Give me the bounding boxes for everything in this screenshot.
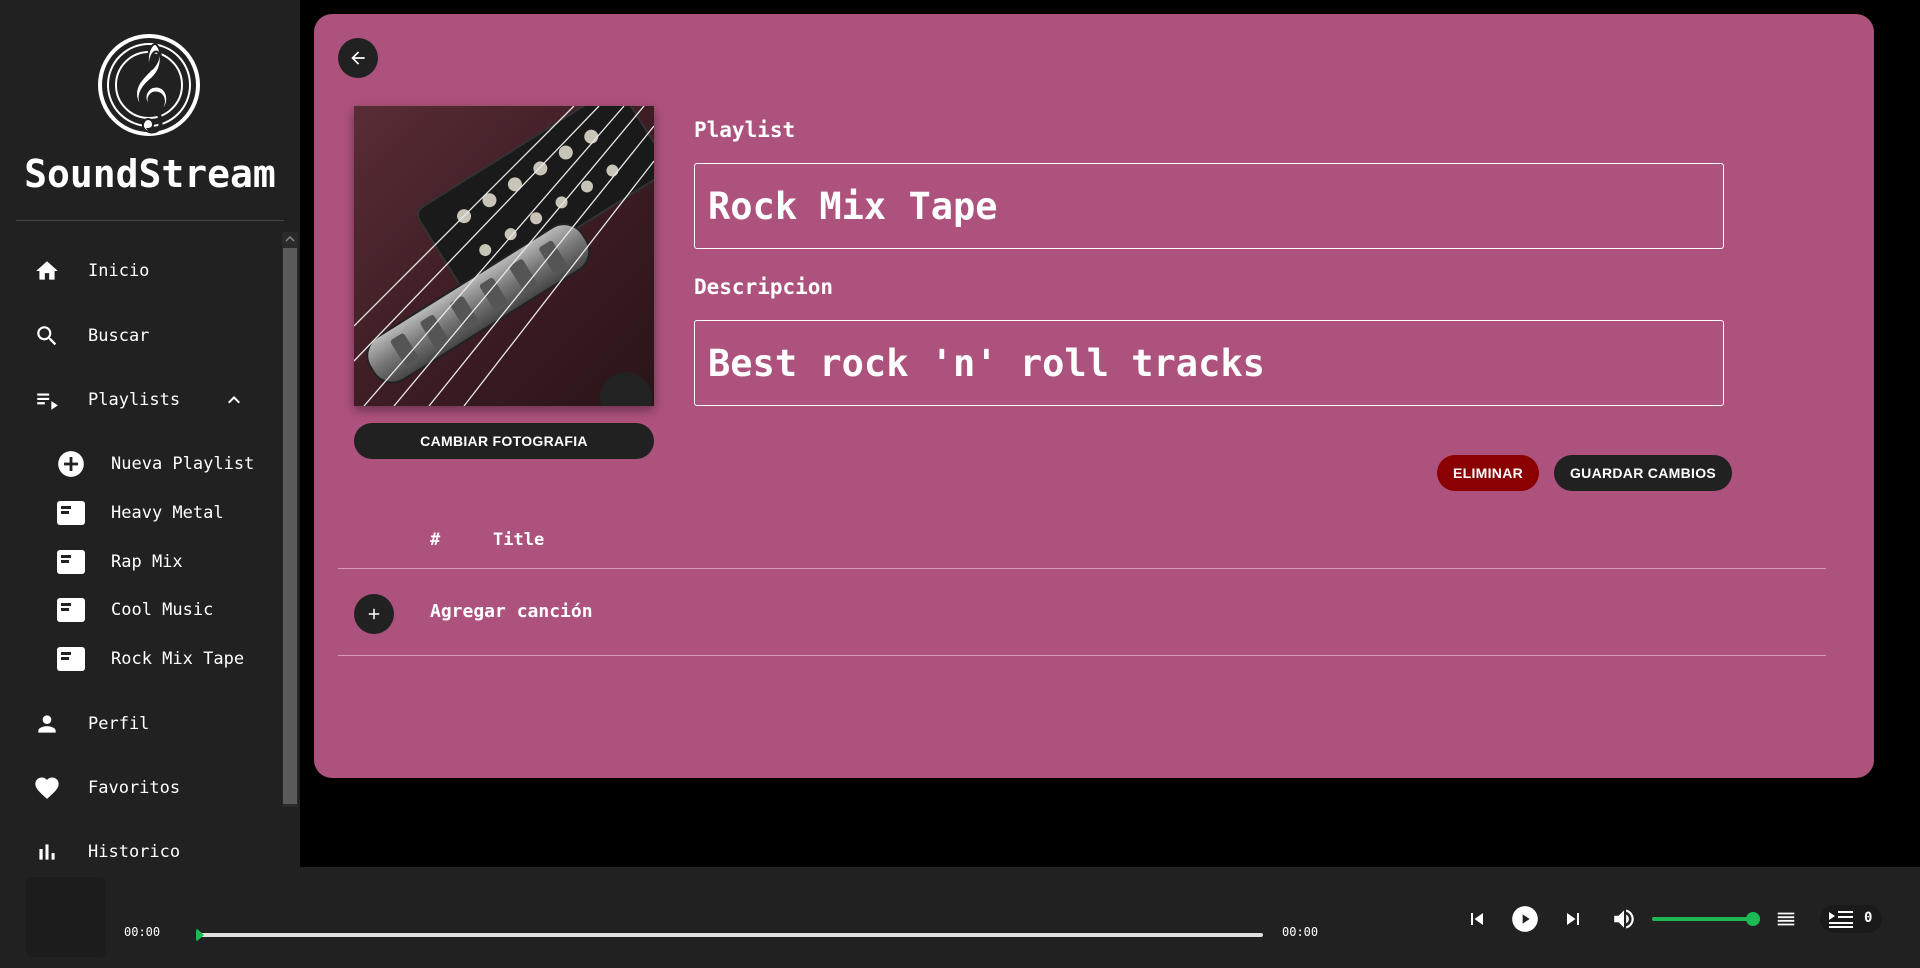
sidebar-item-label: Perfil [88,714,150,734]
skip-previous-icon [1471,913,1483,925]
delete-button[interactable]: ELIMINAR [1437,455,1539,491]
playlist-card-icon [56,644,86,674]
scroll-up-arrow-icon[interactable] [282,232,298,246]
change-photo-button[interactable]: CAMBIAR FOTOGRAFIA [354,423,654,459]
playlist-card-icon [56,547,86,577]
play-circle-icon [1512,906,1538,932]
column-header-number: # [430,530,441,550]
arrow-back-icon [351,51,365,65]
bar-chart-icon [32,837,62,867]
playlist-item-cool-music[interactable]: Cool Music [0,588,280,632]
playlist-item-rock-mix-tape[interactable]: Rock Mix Tape [0,637,280,681]
playlist-cover-image [354,106,654,406]
playlist-editor-card: CAMBIAR FOTOGRAFIA Playlist Descripcion … [314,14,1874,778]
sidebar-item-label: Historico [88,842,181,862]
play-button[interactable] [1511,905,1539,933]
playlist-card-icon [56,498,86,528]
save-changes-button[interactable]: GUARDAR CAMBIOS [1554,455,1732,491]
playlist-item-label: Rap Mix [111,552,183,572]
table-divider [338,568,1826,569]
sidebar-item-perfil[interactable]: Perfil [0,699,280,749]
queue-count: 0 [1864,910,1873,926]
sidebar: 𝄞 SoundStream Inicio Buscar Playlists Nu… [0,0,300,867]
playlist-item-label: Cool Music [111,600,214,620]
skip-next-icon [1567,913,1579,925]
back-button[interactable] [338,38,378,78]
progress-bar[interactable] [196,928,1263,942]
playlist-name-input[interactable] [694,163,1724,249]
column-header-title: Title [493,530,545,550]
home-icon [32,256,62,286]
sidebar-item-label: Buscar [88,326,150,346]
playlist-icon [32,385,62,415]
sidebar-item-label: Inicio [88,261,150,281]
logo[interactable]: 𝄞 SoundStream [0,0,300,222]
playlist-item-nueva[interactable]: Nueva Playlist [0,442,280,486]
add-icon [354,594,394,634]
next-button[interactable] [1559,905,1587,933]
table-divider [338,655,1826,656]
add-circle-icon [56,449,86,479]
playlist-card-icon [56,595,86,625]
treble-clef-logo-icon: 𝄞 [98,34,200,136]
current-time: 00:00 [124,925,161,939]
progress-handle[interactable] [196,928,204,942]
sidebar-item-favoritos[interactable]: Favoritos [0,763,280,813]
total-time: 00:00 [1282,925,1319,939]
playlist-item-label: Nueva Playlist [111,454,255,474]
sidebar-nav: Inicio Buscar Playlists Nueva Playlist H… [0,236,280,867]
sidebar-item-label: Playlists [88,390,181,410]
volume-slider[interactable] [1652,912,1760,926]
divider [16,220,284,221]
heart-icon [32,773,62,803]
lyrics-button[interactable] [1772,905,1800,933]
sidebar-item-buscar[interactable]: Buscar [0,311,280,361]
list-icon [1777,912,1795,926]
volume-slider-knob[interactable] [1746,912,1760,926]
sidebar-item-inicio[interactable]: Inicio [0,246,280,296]
scrollbar-thumb[interactable] [283,248,297,804]
sidebar-item-historico[interactable]: Historico [0,827,280,867]
chevron-up-icon[interactable] [222,388,246,412]
description-input[interactable] [694,320,1724,406]
volume-up-icon [1614,909,1634,929]
sidebar-item-label: Favoritos [88,778,181,798]
queue-button[interactable]: 0 [1820,905,1882,933]
app-name: SoundStream [24,152,276,196]
playlist-name-label: Playlist [694,118,796,142]
playlist-item-rap-mix[interactable]: Rap Mix [0,540,280,584]
queue-list-icon [1829,911,1853,928]
search-icon [32,321,62,351]
sidebar-item-playlists[interactable]: Playlists [0,375,280,425]
previous-button[interactable] [1463,905,1491,933]
person-icon [32,709,62,739]
sidebar-scrollbar[interactable] [282,232,298,807]
guitar-photo [354,106,654,406]
player-bar: 00:00 00:00 0 [0,867,1920,968]
add-song-label: Agregar canción [430,601,593,622]
description-label: Descripcion [694,275,834,299]
playlist-item-label: Heavy Metal [111,503,224,523]
playlist-item-label: Rock Mix Tape [111,649,245,669]
now-playing-artwork [26,877,106,957]
svg-text:𝄞: 𝄞 [127,43,171,133]
volume-button[interactable] [1610,905,1638,933]
playlist-item-heavy-metal[interactable]: Heavy Metal [0,491,280,535]
